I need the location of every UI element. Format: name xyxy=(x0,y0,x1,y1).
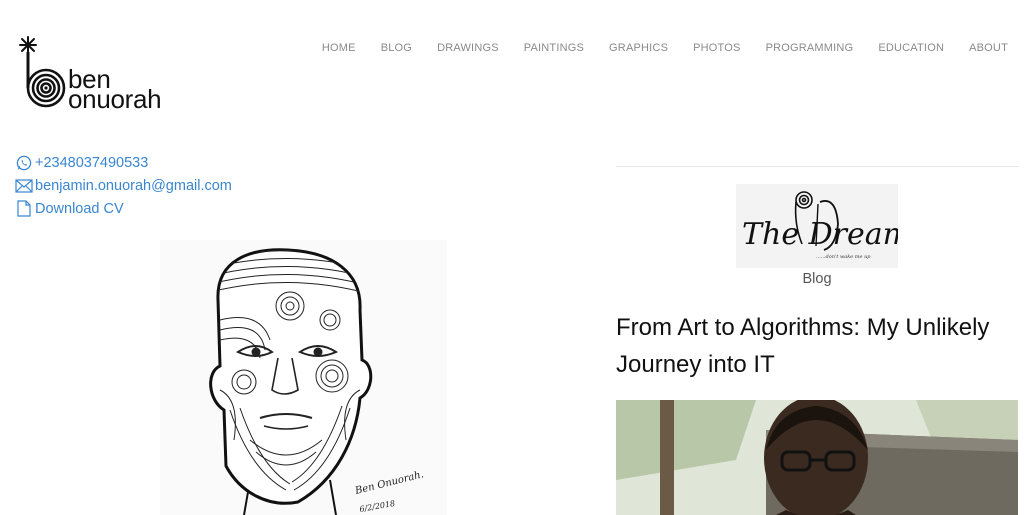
blog-logo-tagline: ......don't wake me up xyxy=(816,254,871,260)
download-cv-link[interactable]: Download CV xyxy=(15,197,232,220)
envelope-icon xyxy=(15,177,33,195)
contact-list: +2348037490533 benjamin.onuorah@gmail.co… xyxy=(15,151,232,220)
nav-blog[interactable]: BLOG xyxy=(381,41,412,55)
nav-home[interactable]: HOME xyxy=(322,41,356,55)
nav-photos[interactable]: PHOTOS xyxy=(693,41,740,55)
portrait-drawing: Ben Onuorah. 6/2/2018 xyxy=(160,240,447,515)
nav-education[interactable]: EDUCATION xyxy=(878,41,944,55)
nav-drawings[interactable]: DRAWINGS xyxy=(437,41,499,55)
phone-number: +2348037490533 xyxy=(35,154,149,171)
spiral-logo-icon xyxy=(19,36,66,108)
blog-logo[interactable]: The Dreamer ......don't wake me up xyxy=(736,184,945,268)
document-icon xyxy=(15,200,33,218)
nav-programming[interactable]: PROGRAMMING xyxy=(766,41,854,55)
download-cv-label: Download CV xyxy=(35,200,124,217)
post-title-link[interactable]: From Art to Algorithms: My Unlikely Jour… xyxy=(616,309,996,383)
nav-about[interactable]: ABOUT xyxy=(969,41,1008,55)
email-address: benjamin.onuorah@gmail.com xyxy=(35,177,232,194)
post-featured-image[interactable] xyxy=(616,400,1018,515)
blog-logo-text: The Dreamer xyxy=(742,217,898,252)
nav-graphics[interactable]: GRAPHICS xyxy=(609,41,668,55)
whatsapp-icon xyxy=(15,154,33,172)
blog-label: Blog xyxy=(802,271,832,287)
portrait-signature: Ben Onuorah. xyxy=(353,469,425,497)
portrait-date: 6/2/2018 xyxy=(359,499,396,514)
nav-paintings[interactable]: PAINTINGS xyxy=(524,41,584,55)
section-divider xyxy=(616,166,1018,167)
email-link[interactable]: benjamin.onuorah@gmail.com xyxy=(15,174,232,197)
phone-link[interactable]: +2348037490533 xyxy=(15,151,232,174)
main-nav: HOME BLOG DRAWINGS PAINTINGS GRAPHICS PH… xyxy=(297,41,1008,55)
logo-text-line2: onuorah xyxy=(68,84,162,114)
site-logo[interactable]: ben onuorah xyxy=(16,34,176,112)
